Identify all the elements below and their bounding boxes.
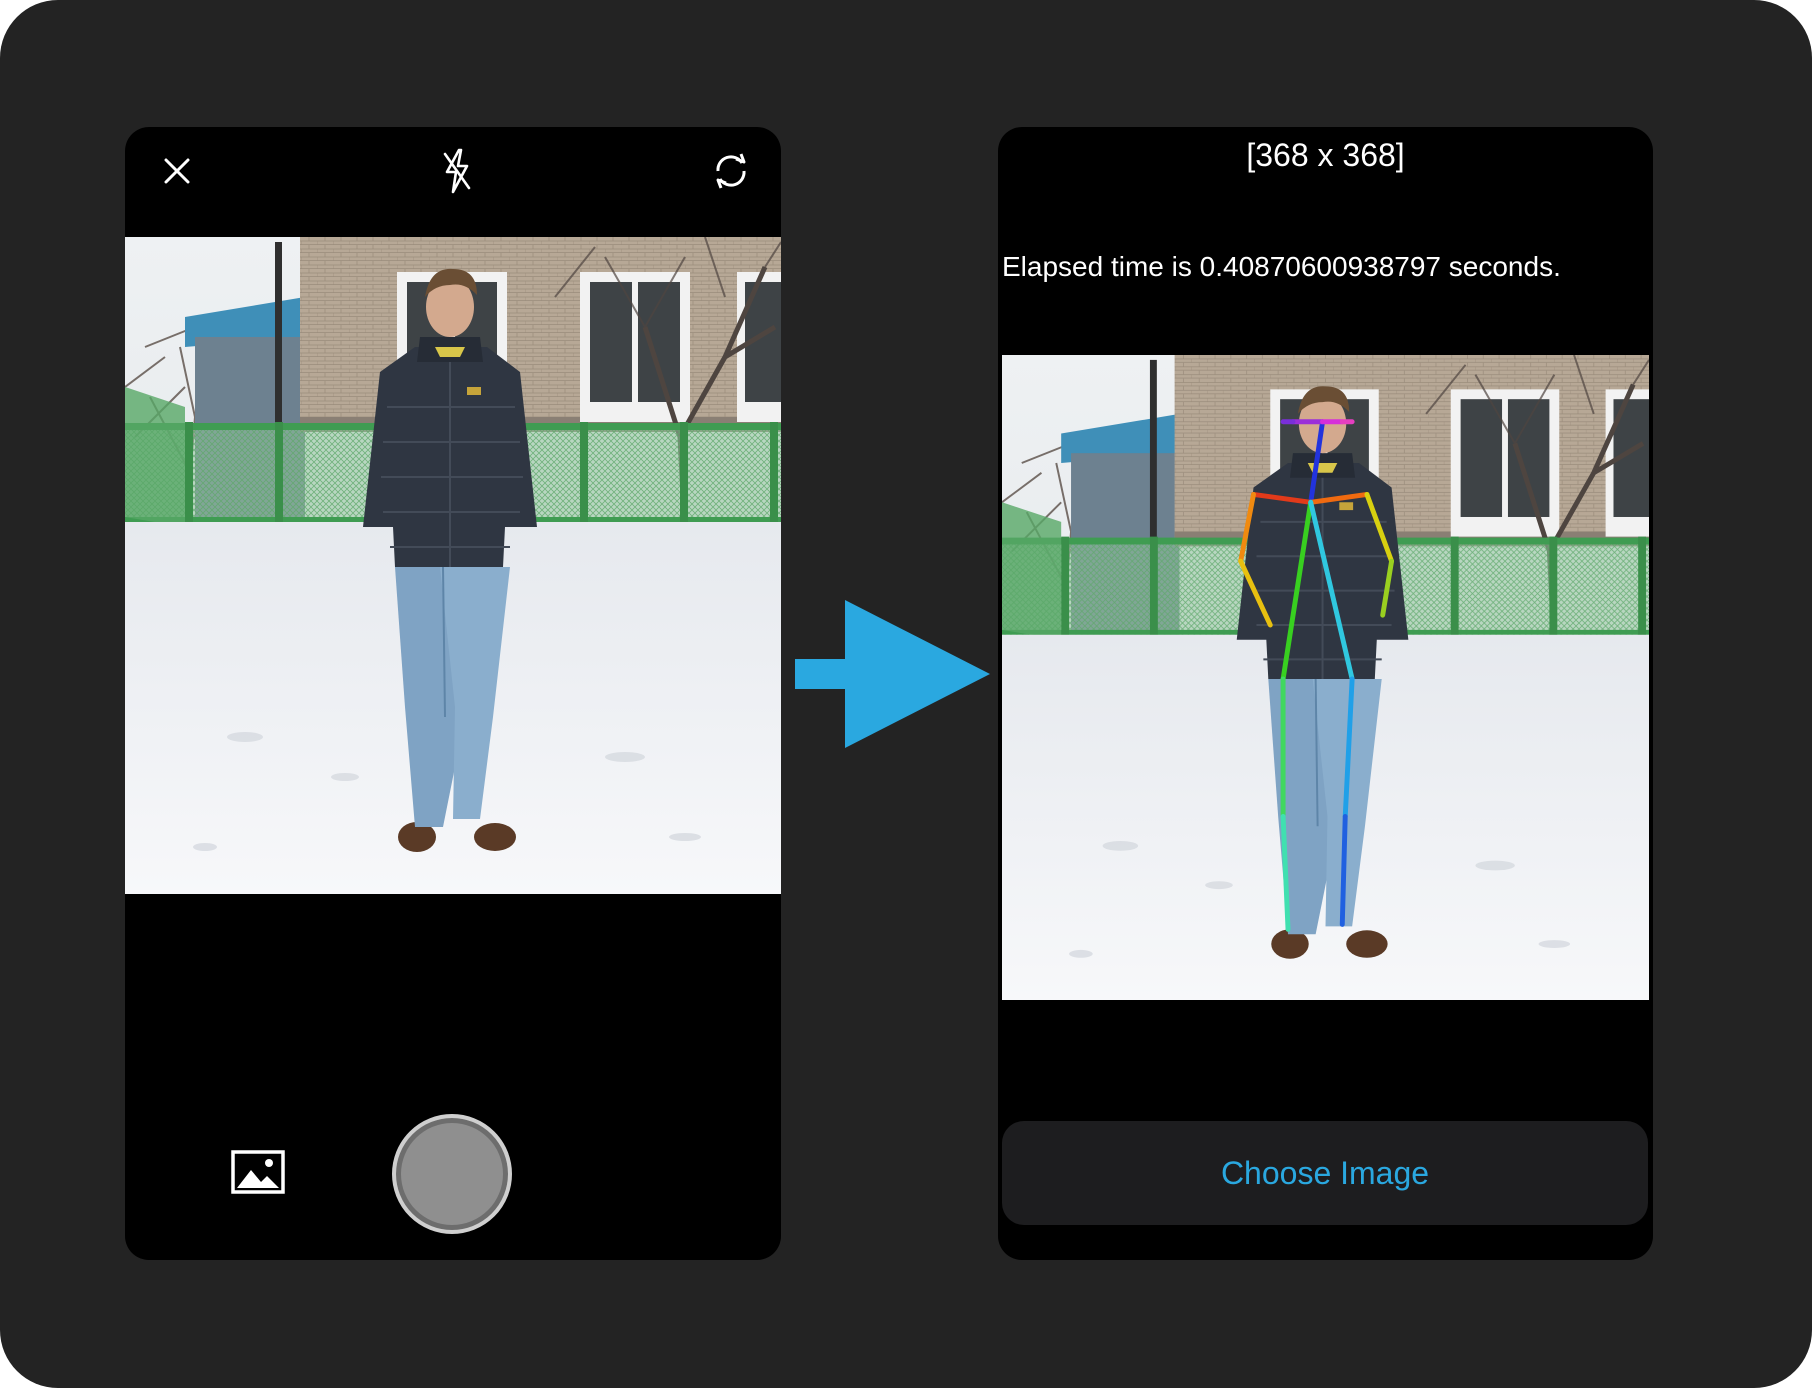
- camera-screen: [125, 127, 781, 1260]
- switch-camera-icon[interactable]: [703, 143, 759, 199]
- choose-image-button[interactable]: Choose Image: [1002, 1121, 1648, 1225]
- close-icon[interactable]: [149, 143, 205, 199]
- elapsed-time-text: Elapsed time is 0.40870600938797 seconds…: [1002, 251, 1561, 282]
- right-arrow-icon: [795, 600, 990, 748]
- result-screen: [368 x 368] Elapsed time is 0.4087060093…: [998, 127, 1653, 1260]
- shutter-button[interactable]: [392, 1114, 512, 1234]
- camera-preview-photo: [125, 237, 781, 894]
- screenshot-frame: [368 x 368] Elapsed time is 0.4087060093…: [0, 0, 1812, 1388]
- pose-result-photo: [1002, 355, 1649, 1000]
- image-dimensions-label: [368 x 368]: [1246, 137, 1405, 173]
- gallery-icon[interactable]: [229, 1147, 287, 1197]
- flash-off-icon[interactable]: [429, 143, 485, 199]
